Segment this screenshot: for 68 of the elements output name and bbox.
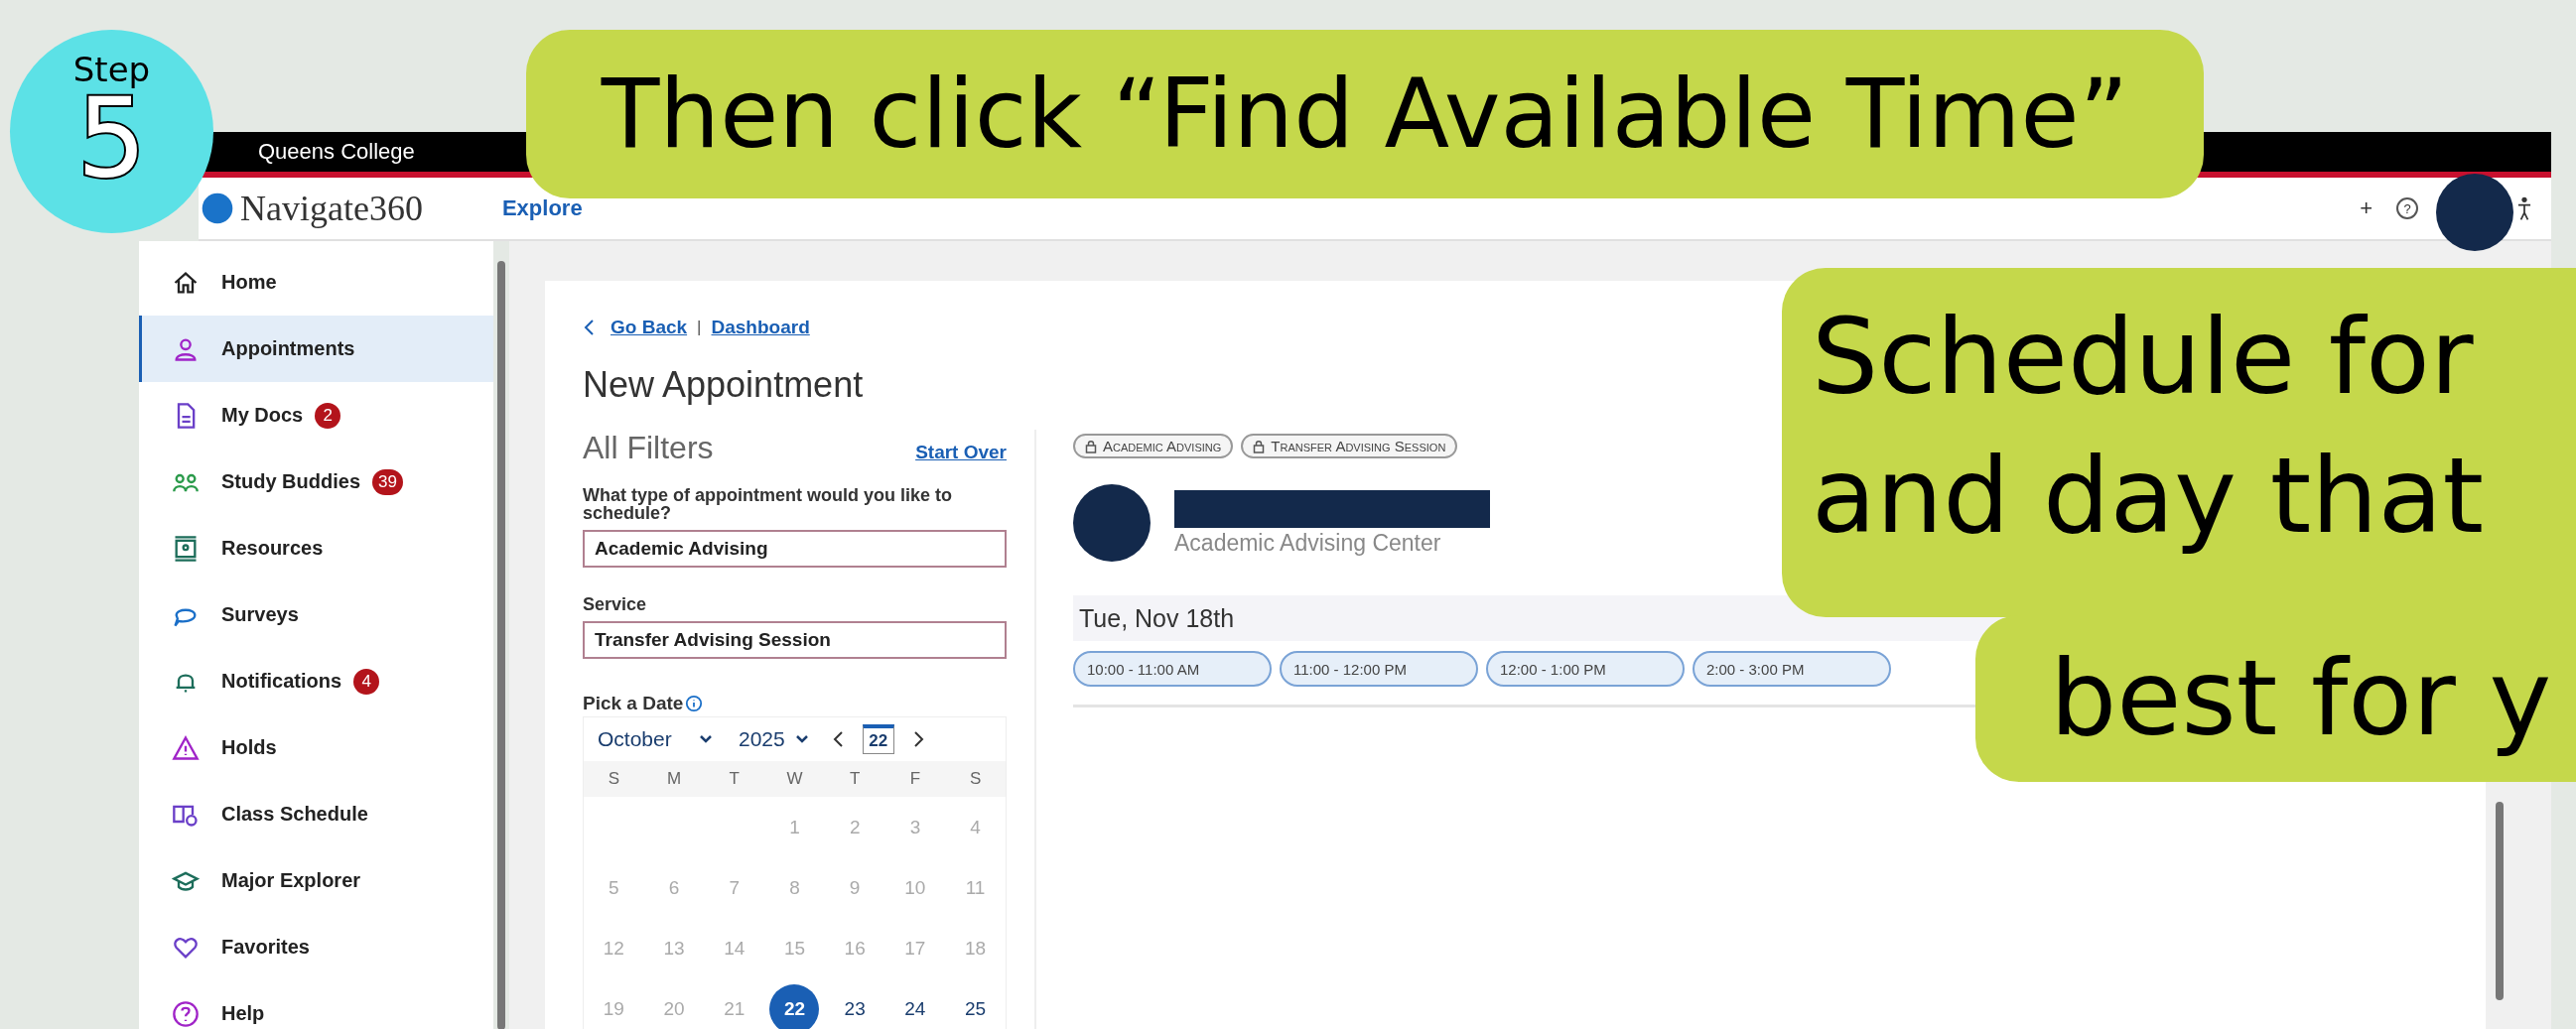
logo-icon	[201, 192, 234, 225]
calendar-day[interactable]: 22	[769, 983, 820, 1029]
person-icon[interactable]	[2515, 195, 2533, 221]
help-button[interactable]: ?	[2396, 197, 2418, 219]
separator: |	[697, 318, 702, 337]
weekday-label: T	[849, 769, 862, 789]
sidebar-item[interactable]: Notifications 4	[139, 648, 493, 714]
sidebar-item[interactable]: Major Explorer	[139, 847, 493, 914]
count-badge: 2	[315, 402, 341, 429]
warning-icon	[172, 733, 200, 762]
lock-icon	[1085, 439, 1097, 453]
step-label: Step	[72, 53, 151, 87]
back-link[interactable]: Go Back	[610, 317, 688, 338]
count-badge: 4	[353, 668, 380, 695]
sidebar-item[interactable]: Help	[139, 980, 493, 1029]
sidebar-item[interactable]: Favorites	[139, 914, 493, 980]
callout-text: Then click “Find Available Time”	[526, 30, 2204, 198]
scrollbar[interactable]	[497, 261, 505, 1029]
weekday-label: W	[785, 769, 804, 789]
advisor-organization: Academic Advising Center	[1174, 529, 1442, 557]
page-title: New Appointment	[583, 364, 865, 406]
count-badge: 39	[372, 468, 403, 495]
today-button[interactable]: 22	[862, 724, 894, 754]
start-over-link[interactable]: Start Over	[915, 442, 1007, 463]
sidebar-item[interactable]: Holds	[139, 714, 493, 781]
chevron-left-icon	[583, 318, 595, 337]
calendar-day[interactable]: 25	[950, 983, 1001, 1029]
calendar-day[interactable]: 23	[830, 983, 881, 1029]
field-label: What type of appointment would you like to schedule?	[583, 486, 953, 522]
sidebar-item[interactable]: Resources	[139, 515, 493, 581]
sidebar-item[interactable]: Study Buddies 39	[139, 449, 493, 515]
month-dropdown[interactable]: October	[592, 726, 719, 752]
sidebar-item[interactable]: Home	[139, 249, 493, 316]
help-icon	[172, 999, 200, 1028]
callout-text: Schedule for and day that	[1811, 295, 2485, 559]
weekday-label: S	[607, 769, 621, 789]
brand-name: Navigate360	[240, 188, 423, 229]
explore-link[interactable]: Explore	[501, 195, 583, 221]
sidebar-item[interactable]: Surveys	[139, 581, 493, 648]
caret-icon	[699, 734, 713, 744]
dashboard-link[interactable]: Dashboard	[711, 317, 810, 338]
filters-title: All Filters	[583, 430, 714, 466]
tag-label: Transfer Advising Session	[1271, 438, 1446, 454]
add-button[interactable]: +	[2354, 195, 2378, 221]
lock-icon	[1253, 439, 1266, 453]
weekday-label: M	[666, 769, 683, 789]
year-dropdown[interactable]: 2025	[733, 726, 815, 752]
sidebar-item[interactable]: My Docs 2	[139, 382, 493, 449]
select-field[interactable]: Transfer Advising Session	[583, 621, 1007, 659]
caret-icon	[794, 734, 809, 744]
tag-label: Academic Advising	[1103, 438, 1222, 454]
scrollbar[interactable]	[2496, 802, 2504, 1000]
callout-text: best for y	[2049, 636, 2552, 761]
time-slot-button[interactable]: 2:00 - 3:00 PM	[1693, 651, 1891, 687]
calendar-day[interactable]: 24	[889, 983, 940, 1029]
sidebar-item[interactable]: Appointments	[139, 316, 493, 382]
field-label: Service	[583, 595, 648, 613]
weekday-label: S	[969, 769, 983, 789]
info-icon	[685, 695, 704, 712]
college-name: Queens College	[258, 139, 415, 165]
time-slot-button[interactable]: 11:00 - 12:00 PM	[1280, 651, 1478, 687]
weekday-label: F	[908, 769, 922, 789]
weekday-label: T	[728, 769, 741, 789]
time-slot-button[interactable]: 12:00 - 1:00 PM	[1486, 651, 1685, 687]
time-slot-button[interactable]: 10:00 - 11:00 AM	[1073, 651, 1272, 687]
field-label: Pick a Date	[583, 693, 684, 714]
sidebar-item[interactable]: Class Schedule	[139, 781, 493, 847]
select-field[interactable]: Academic Advising	[583, 530, 1007, 568]
